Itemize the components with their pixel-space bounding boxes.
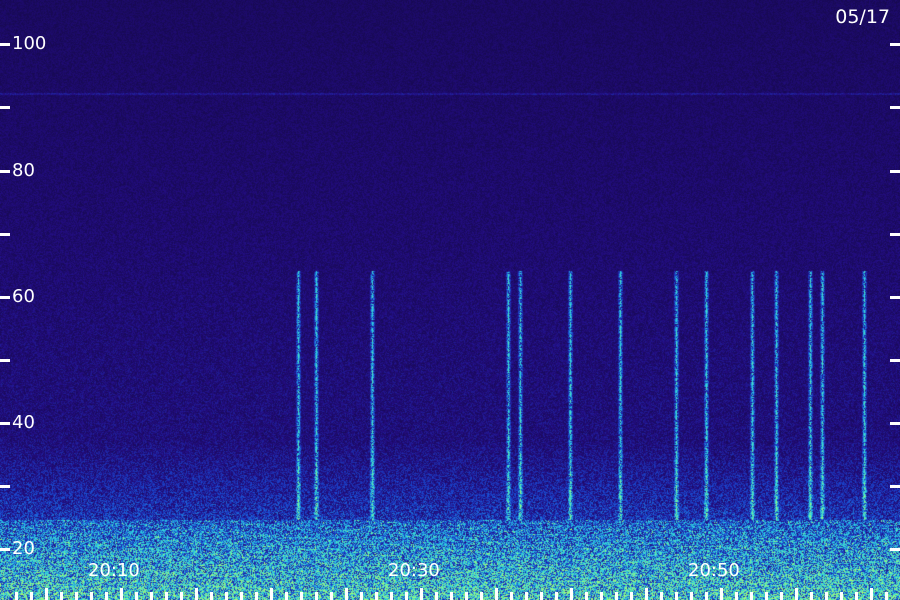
x-tick-major	[645, 588, 648, 600]
x-tick-major	[345, 588, 348, 600]
x-tick-minor	[510, 592, 513, 600]
x-tick-minor	[405, 592, 408, 600]
spectrogram-panel: 05/17 20 40 60 80 100 20:10 20:30 20:50	[0, 0, 900, 600]
x-tick-minor	[15, 592, 18, 600]
y-tick-right	[890, 43, 900, 46]
x-tick-minor	[150, 592, 153, 600]
y-tick-right	[890, 359, 900, 362]
y-axis-label-20: 20	[12, 538, 35, 560]
x-tick-minor	[555, 592, 558, 600]
x-tick-minor	[540, 592, 543, 600]
y-tick-right	[890, 422, 900, 425]
x-tick-major	[195, 588, 198, 600]
x-tick-major	[495, 588, 498, 600]
y-axis-label-80: 80	[12, 159, 35, 181]
y-tick-right	[890, 233, 900, 236]
x-tick-minor	[630, 592, 633, 600]
y-tick-left	[0, 485, 10, 488]
x-tick-minor	[750, 592, 753, 600]
x-tick-minor	[375, 592, 378, 600]
x-tick-minor	[705, 592, 708, 600]
y-axis-label-40: 40	[12, 412, 35, 434]
x-tick-minor	[330, 592, 333, 600]
x-tick-minor	[450, 592, 453, 600]
x-tick-minor	[135, 592, 138, 600]
x-tick-minor	[360, 592, 363, 600]
x-tick-minor	[165, 592, 168, 600]
x-tick-minor	[885, 592, 888, 600]
x-tick-minor	[825, 592, 828, 600]
x-tick-minor	[240, 592, 243, 600]
x-tick-major	[795, 588, 798, 600]
x-tick-minor	[285, 592, 288, 600]
y-tick-left	[0, 422, 10, 425]
y-axis-label-60: 60	[12, 285, 35, 307]
date-label: 05/17	[835, 6, 890, 28]
x-tick-minor	[765, 592, 768, 600]
x-tick-minor	[810, 592, 813, 600]
y-axis-label-100: 100	[12, 33, 47, 55]
x-tick-minor	[600, 592, 603, 600]
x-tick-minor	[660, 592, 663, 600]
x-axis-label-2010: 20:10	[88, 560, 140, 581]
x-tick-minor	[75, 592, 78, 600]
x-tick-minor	[105, 592, 108, 600]
x-axis-label-2030: 20:30	[388, 560, 440, 581]
x-tick-minor	[780, 592, 783, 600]
x-tick-minor	[435, 592, 438, 600]
x-tick-minor	[300, 592, 303, 600]
y-tick-right	[890, 170, 900, 173]
y-tick-right	[890, 296, 900, 299]
x-tick-minor	[585, 592, 588, 600]
x-tick-major	[120, 588, 123, 600]
x-tick-minor	[210, 592, 213, 600]
spectrogram-image	[0, 0, 900, 600]
x-tick-minor	[180, 592, 183, 600]
x-tick-minor	[465, 592, 468, 600]
x-tick-minor	[675, 592, 678, 600]
x-tick-minor	[525, 592, 528, 600]
x-tick-minor	[60, 592, 63, 600]
y-tick-left	[0, 233, 10, 236]
x-tick-major	[270, 588, 273, 600]
x-tick-minor	[390, 592, 393, 600]
x-tick-minor	[840, 592, 843, 600]
x-tick-major	[45, 588, 48, 600]
x-tick-minor	[315, 592, 318, 600]
y-tick-left	[0, 106, 10, 109]
x-tick-major	[870, 588, 873, 600]
x-tick-major	[420, 588, 423, 600]
x-tick-minor	[90, 592, 93, 600]
y-tick-left	[0, 548, 10, 551]
x-tick-minor	[690, 592, 693, 600]
y-tick-left	[0, 359, 10, 362]
y-tick-left	[0, 43, 10, 46]
x-tick-minor	[615, 592, 618, 600]
y-tick-left	[0, 296, 10, 299]
x-tick-minor	[225, 592, 228, 600]
y-tick-right	[890, 548, 900, 551]
y-tick-right	[890, 106, 900, 109]
x-tick-minor	[735, 592, 738, 600]
x-tick-minor	[855, 592, 858, 600]
x-tick-minor	[255, 592, 258, 600]
y-tick-left	[0, 170, 10, 173]
x-tick-major	[720, 588, 723, 600]
x-tick-minor	[30, 592, 33, 600]
x-tick-major	[570, 588, 573, 600]
y-tick-right	[890, 485, 900, 488]
x-axis-label-2050: 20:50	[688, 560, 740, 581]
x-tick-minor	[480, 592, 483, 600]
